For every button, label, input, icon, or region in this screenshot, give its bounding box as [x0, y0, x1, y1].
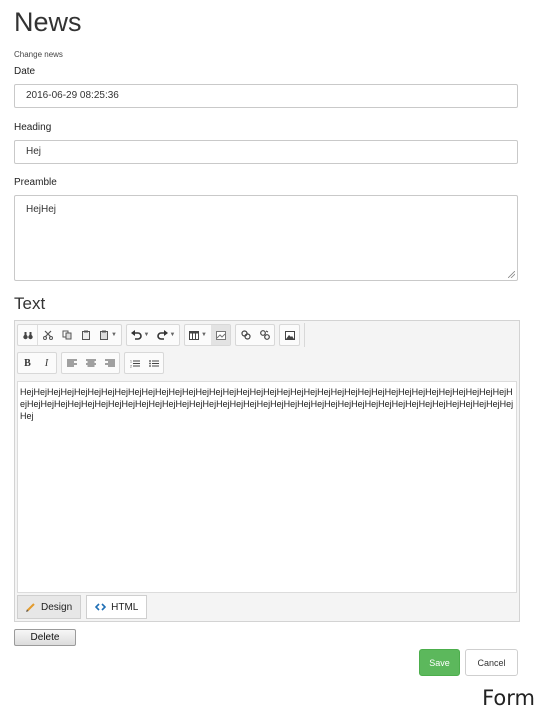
find-icon[interactable]	[18, 325, 37, 345]
paste-options-icon[interactable]: ▼	[95, 325, 121, 345]
save-button[interactable]: Save	[419, 649, 460, 676]
unordered-list-icon[interactable]	[144, 353, 163, 373]
paste-icon[interactable]	[76, 325, 95, 345]
toolbar-group-image	[279, 324, 300, 346]
editor-toolbar-row-2: B I 12	[17, 352, 168, 374]
align-center-icon[interactable]	[81, 353, 100, 373]
design-tab-label: Design	[41, 601, 73, 613]
italic-icon[interactable]: I	[37, 353, 56, 373]
toolbar-group-lists: 12	[124, 352, 164, 374]
preamble-text: HejHej	[26, 204, 57, 215]
toolbar-group-format: B I	[17, 352, 57, 374]
cancel-button[interactable]: Cancel	[465, 649, 518, 676]
preamble-label: Preamble	[14, 177, 57, 188]
bold-glyph: B	[24, 357, 31, 369]
editor-content-area[interactable]: HejHejHejHejHejHejHejHejHejHejHejHejHejH…	[17, 381, 517, 593]
date-label: Date	[14, 66, 36, 77]
copy-icon[interactable]	[57, 325, 76, 345]
dropdown-caret-icon: ▼	[169, 332, 176, 338]
rich-text-editor: ▼ ▼ ▼ ▼ B I 1 2 HejHejHejHejHejHejHejHej…	[14, 320, 520, 622]
toolbar-group-align	[61, 352, 120, 374]
align-left-icon[interactable]	[62, 353, 81, 373]
heading-label: Heading	[14, 122, 52, 133]
html-tab[interactable]: HTML	[86, 595, 148, 619]
italic-glyph: I	[44, 357, 49, 369]
svg-text:1: 1	[130, 359, 132, 363]
design-tab[interactable]: Design	[17, 595, 82, 619]
resize-grip-icon[interactable]	[508, 271, 515, 278]
dropdown-caret-icon: ▼	[201, 332, 207, 338]
code-icon	[95, 603, 107, 611]
heading-field[interactable]: Hej	[14, 140, 518, 164]
undo-icon[interactable]: ▼	[127, 325, 153, 345]
news-form: News Change news Date 2016-06-29 08:25:3…	[14, 0, 520, 622]
dropdown-caret-icon: ▼	[111, 332, 117, 338]
cut-icon[interactable]	[38, 325, 57, 345]
table-icon[interactable]: ▼	[185, 325, 211, 345]
form-caption: Form	[482, 686, 535, 710]
toolbar-group-insert: ▼	[184, 324, 231, 346]
dropdown-caret-icon: ▼	[143, 332, 150, 338]
preamble-textarea[interactable]: HejHej	[14, 195, 518, 281]
insert-image-icon[interactable]	[280, 325, 299, 345]
text-section-title: Text	[14, 294, 46, 313]
svg-text:2: 2	[130, 364, 132, 368]
toolbar-group-history: ▼ ▼	[126, 324, 180, 346]
date-field[interactable]: 2016-06-29 08:25:36	[14, 84, 518, 108]
align-right-icon[interactable]	[100, 353, 119, 373]
toolbar-row-end	[304, 323, 305, 347]
page-title: News	[14, 7, 82, 37]
bold-icon[interactable]: B	[18, 353, 37, 373]
editor-toolbar-row-1: ▼ ▼ ▼ ▼	[17, 323, 305, 347]
image-map-icon[interactable]	[211, 325, 230, 345]
unlink-icon[interactable]	[255, 325, 274, 345]
pencil-icon	[26, 602, 36, 612]
link-icon[interactable]	[236, 325, 255, 345]
html-tab-label: HTML	[111, 601, 139, 613]
toolbar-group-find: ▼	[17, 324, 122, 346]
redo-icon[interactable]: ▼	[153, 325, 179, 345]
toolbar-group-links	[235, 324, 275, 346]
page-subtitle: Change news	[14, 50, 63, 59]
ordered-list-icon[interactable]: 12	[125, 353, 144, 373]
delete-button[interactable]: Delete	[14, 629, 76, 646]
editor-mode-tabs: Design HTML	[17, 595, 152, 619]
